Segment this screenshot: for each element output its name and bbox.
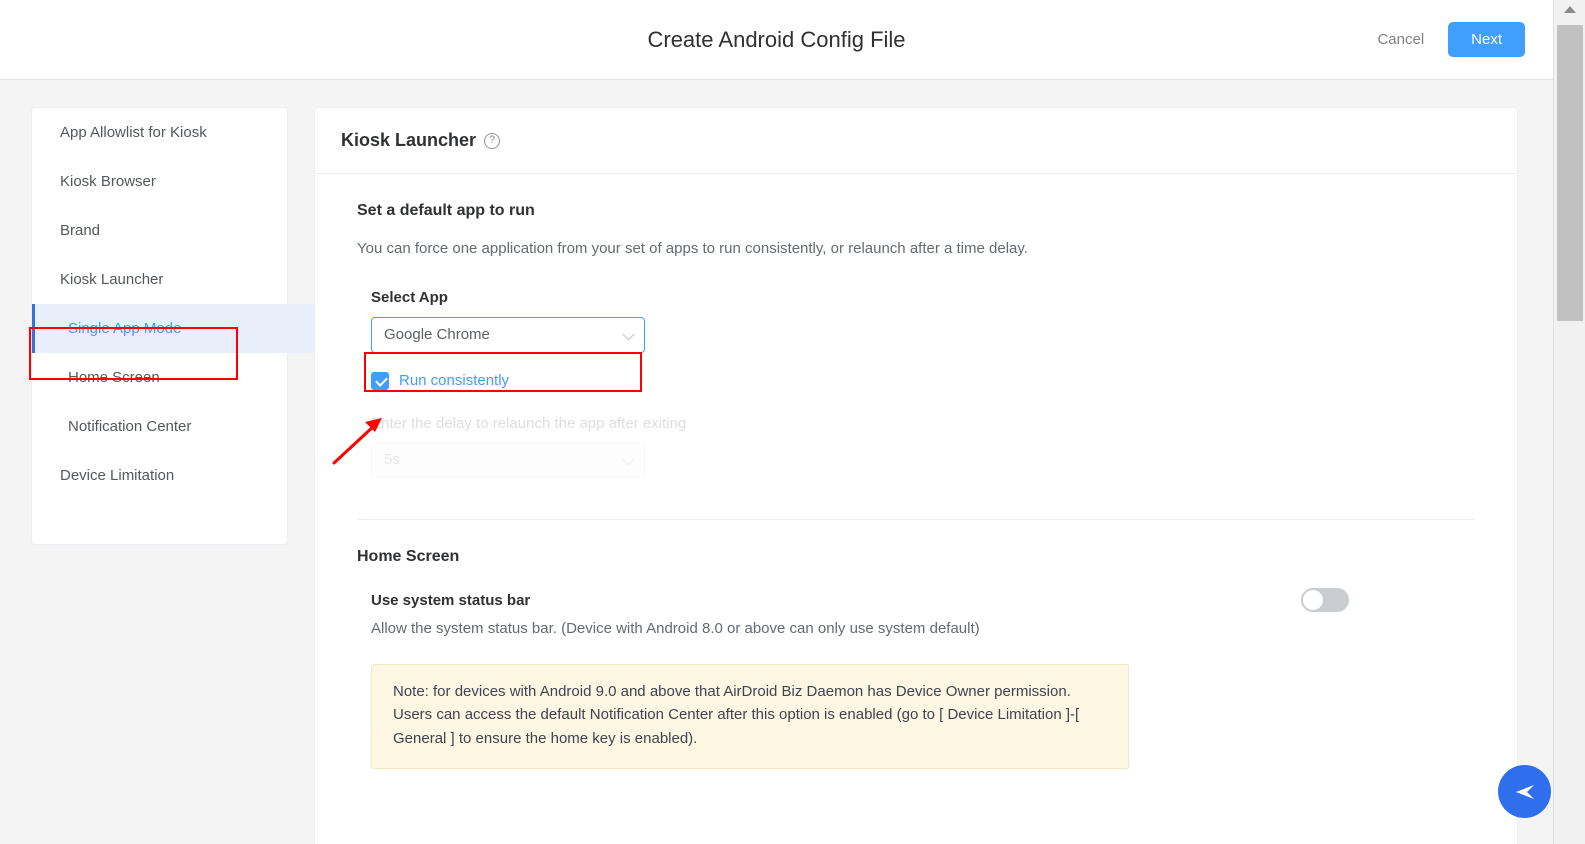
run-consistently-label: Run consistently <box>399 372 510 389</box>
select-app-value: Google Chrome <box>384 326 490 343</box>
use-system-status-bar-row: Use system status bar Allow the system s… <box>357 587 1475 637</box>
use-system-status-bar-toggle[interactable] <box>1301 587 1349 612</box>
question-circle-icon[interactable]: ? <box>484 132 501 149</box>
sidebar-item-notification-center[interactable]: Notification Center <box>32 402 287 451</box>
panel-header: Kiosk Launcher ? <box>315 108 1517 174</box>
select-app-dropdown[interactable]: Google Chrome <box>371 316 645 353</box>
settings-panel: Kiosk Launcher ? Set a default app to ru… <box>314 107 1518 844</box>
vertical-scrollbar[interactable] <box>1553 0 1585 844</box>
feedback-fab-button[interactable] <box>1498 765 1551 818</box>
run-consistently-checkbox-row[interactable]: Run consistently <box>371 371 1475 390</box>
sidebar-item-label: Brand <box>60 222 101 239</box>
select-app-field: Select App Google Chrome Run consistentl… <box>357 289 1475 477</box>
toggle-knob <box>1303 589 1323 610</box>
page-root: Create Android Config File Cancel Next A… <box>0 0 1585 844</box>
relaunch-delay-field: Enter the delay to relaunch the app afte… <box>371 415 1475 477</box>
sidebar-item-device-limitation[interactable]: Device Limitation <box>32 451 287 500</box>
next-button[interactable]: Next <box>1448 22 1525 57</box>
section-description: You can force one application from your … <box>357 240 1028 257</box>
chevron-down-icon <box>622 452 635 465</box>
scroll-up-arrow-icon[interactable] <box>1563 6 1576 13</box>
sidebar-item-app-allowlist-for-kiosk[interactable]: App Allowlist for Kiosk <box>32 108 287 157</box>
section-home-screen: Home Screen Use system status bar Allow … <box>357 520 1475 769</box>
sidebar-item-label: Home Screen <box>68 369 160 386</box>
app-header: Create Android Config File Cancel Next <box>0 0 1553 80</box>
run-consistently-checkbox[interactable] <box>371 371 389 390</box>
section-default-app: Set a default app to run You can force o… <box>357 202 1475 477</box>
sidebar-item-kiosk-browser[interactable]: Kiosk Browser <box>32 157 287 206</box>
select-app-label: Select App <box>371 288 448 306</box>
sidebar-item-label: Notification Center <box>68 418 192 435</box>
header-actions: Cancel Next <box>1371 22 1525 57</box>
panel-body: Set a default app to run You can force o… <box>315 174 1517 769</box>
sidebar-item-home-screen[interactable]: Home Screen <box>32 353 287 402</box>
sidebar-item-label: App Allowlist for Kiosk <box>60 124 207 141</box>
use-system-status-bar-description: Allow the system status bar. (Device wit… <box>371 619 980 637</box>
sidebar-item-label: Single App Mode <box>68 320 182 337</box>
page-body: App Allowlist for Kiosk Kiosk Browser Br… <box>0 80 1553 844</box>
settings-sidebar: App Allowlist for Kiosk Kiosk Browser Br… <box>31 107 320 545</box>
sidebar-item-label: Kiosk Browser <box>60 173 156 190</box>
relaunch-delay-value: 5s <box>384 451 400 468</box>
cancel-button[interactable]: Cancel <box>1371 23 1430 56</box>
sidebar-item-single-app-mode[interactable]: Single App Mode <box>32 304 320 353</box>
chevron-down-icon <box>622 327 635 340</box>
notification-center-note: Note: for devices with Android 9.0 and a… <box>371 663 1129 769</box>
section-title: Home Screen <box>357 547 460 565</box>
sidebar-item-kiosk-launcher[interactable]: Kiosk Launcher <box>32 255 287 304</box>
sidebar-item-label: Device Limitation <box>60 467 175 484</box>
sidebar-item-label: Kiosk Launcher <box>60 271 164 288</box>
vertical-scrollbar-thumb[interactable] <box>1557 25 1583 321</box>
relaunch-delay-label: Enter the delay to relaunch the app afte… <box>371 414 687 432</box>
relaunch-delay-dropdown: 5s <box>371 442 645 477</box>
page-title: Create Android Config File <box>647 27 906 52</box>
send-plane-icon <box>1515 784 1534 799</box>
panel-title: Kiosk Launcher <box>341 130 477 150</box>
sidebar-item-brand[interactable]: Brand <box>32 206 287 255</box>
section-title: Set a default app to run <box>357 202 535 219</box>
